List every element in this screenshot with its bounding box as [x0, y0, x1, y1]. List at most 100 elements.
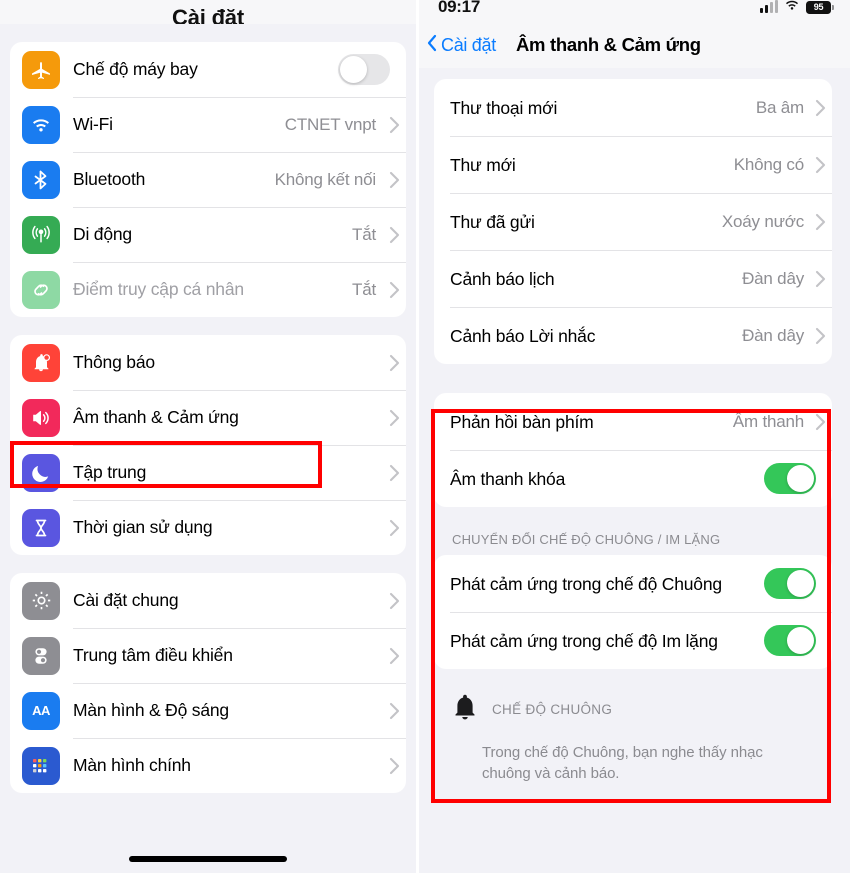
- chevron-right-icon: [382, 647, 406, 665]
- hotspot-status-value: Tắt: [352, 279, 376, 299]
- home-indicator: [129, 856, 287, 862]
- settings-group-keyboard-feedback: Phản hồi bàn phím Âm thanh Âm thanh khóa: [434, 393, 832, 507]
- sidebar-item-focus[interactable]: Tập trung: [10, 445, 406, 500]
- list-item-value: Đàn dây: [742, 268, 804, 288]
- chevron-right-icon: [382, 409, 406, 427]
- control-center-icon: [22, 636, 60, 675]
- toggle-knob: [787, 570, 814, 597]
- list-item-calendar-alerts[interactable]: Cảnh báo lịch Đàn dây: [434, 250, 832, 307]
- haptics-ring-toggle[interactable]: [764, 568, 816, 599]
- sidebar-item-label: Thông báo: [73, 352, 155, 372]
- chevron-right-icon: [382, 171, 406, 189]
- sidebar-item-label: Bluetooth: [73, 169, 146, 189]
- list-item-label: Cảnh báo Lời nhắc: [450, 325, 596, 346]
- settings-group-tones: Thư thoại mới Ba âm Thư mới Không có Thư…: [434, 79, 832, 364]
- wifi-icon: [784, 0, 800, 16]
- cellular-icon: [22, 215, 60, 254]
- cellular-signal-icon: [760, 0, 778, 13]
- sidebar-item-label: Màn hình & Độ sáng: [73, 700, 229, 720]
- sidebar-item-screen-time[interactable]: Thời gian sử dụng: [10, 500, 406, 555]
- lock-sound-toggle[interactable]: [764, 463, 816, 494]
- list-item-voicemail-tone[interactable]: Thư thoại mới Ba âm: [434, 79, 832, 136]
- panel-divider: [416, 0, 419, 873]
- sidebar-item-label: Cài đặt chung: [73, 590, 179, 610]
- bluetooth-icon: [22, 160, 60, 199]
- list-item-label: Phản hồi bàn phím: [450, 411, 594, 432]
- status-bar-icons: 95: [760, 0, 834, 16]
- hotspot-icon: [22, 270, 60, 309]
- list-item-value: Đàn dây: [742, 325, 804, 345]
- settings-list-panel: Cài đặt Chế độ máy bay Wi-Fi CTNET vnpt …: [0, 0, 416, 873]
- chevron-right-icon: [382, 464, 406, 482]
- settings-group-notifications: Thông báo Âm thanh & Cảm ứng Tập trung T…: [10, 335, 406, 555]
- sidebar-item-label: Màn hình chính: [73, 755, 191, 775]
- airplane-mode-toggle[interactable]: [338, 54, 390, 85]
- sidebar-item-notifications[interactable]: Thông báo: [10, 335, 406, 390]
- list-item-label: Âm thanh khóa: [450, 468, 566, 489]
- sidebar-item-label: Wi-Fi: [73, 114, 113, 134]
- sidebar-item-control-center[interactable]: Trung tâm điều khiển: [10, 628, 406, 683]
- chevron-right-icon: [382, 116, 406, 134]
- list-item-haptics-ring-mode[interactable]: Phát cảm ứng trong chế độ Chuông: [434, 555, 832, 612]
- sidebar-item-wifi[interactable]: Wi-Fi CTNET vnpt: [10, 97, 406, 152]
- sidebar-item-airplane-mode[interactable]: Chế độ máy bay: [10, 42, 406, 97]
- sidebar-item-general[interactable]: Cài đặt chung: [10, 573, 406, 628]
- list-item-label: Phát cảm ứng trong chế độ Chuông: [450, 573, 722, 594]
- list-item-haptics-silent-mode[interactable]: Phát cảm ứng trong chế độ Im lặng: [434, 612, 832, 669]
- chevron-right-icon: [382, 757, 406, 775]
- list-item-value: Xoáy nước: [721, 211, 804, 231]
- list-item-new-mail[interactable]: Thư mới Không có: [434, 136, 832, 193]
- section-header-ring-silent: CHUYỂN ĐỔI CHẾ ĐỘ CHUÔNG / IM LẶNG: [452, 532, 721, 547]
- list-item-label: Cảnh báo lịch: [450, 268, 555, 289]
- toggle-knob: [787, 465, 814, 492]
- haptics-silent-toggle[interactable]: [764, 625, 816, 656]
- status-bar: 09:17 95: [416, 0, 850, 22]
- settings-group-general: Cài đặt chung Trung tâm điều khiển AA Mà…: [10, 573, 406, 793]
- list-item-label: Phát cảm ứng trong chế độ Im lặng: [450, 630, 718, 651]
- sidebar-item-sounds-haptics[interactable]: Âm thanh & Cảm ứng: [10, 390, 406, 445]
- settings-scroll-area[interactable]: Chế độ máy bay Wi-Fi CTNET vnpt Bluetoot: [0, 42, 416, 793]
- back-button[interactable]: Cài đặt: [426, 33, 496, 58]
- sidebar-item-personal-hotspot[interactable]: Điểm truy cập cá nhân Tắt: [10, 262, 406, 317]
- bell-badge-icon: [22, 343, 60, 382]
- sidebar-item-label: Trung tâm điều khiển: [73, 645, 233, 665]
- list-item-keyboard-feedback[interactable]: Phản hồi bàn phím Âm thanh: [434, 393, 832, 450]
- list-item-label: Thư mới: [450, 154, 516, 175]
- wifi-icon: [22, 105, 60, 144]
- sidebar-item-label: Tập trung: [73, 462, 147, 482]
- sidebar-item-label: Chế độ máy bay: [73, 59, 198, 79]
- chevron-right-icon: [808, 99, 832, 117]
- chevron-right-icon: [808, 327, 832, 345]
- bluetooth-status-value: Không kết nối: [274, 169, 377, 189]
- display-aa-icon: AA: [22, 691, 60, 730]
- chevron-right-icon: [382, 592, 406, 610]
- battery-level: 95: [806, 0, 831, 14]
- screenshot-root: Cài đặt Chế độ máy bay Wi-Fi CTNET vnpt …: [0, 0, 850, 873]
- chevron-right-icon: [382, 702, 406, 720]
- status-bar-time: 09:17: [438, 0, 480, 16]
- list-item-reminder-alerts[interactable]: Cảnh báo Lời nhắc Đàn dây: [434, 307, 832, 364]
- sidebar-item-cellular[interactable]: Di động Tắt: [10, 207, 406, 262]
- sidebar-item-label: Âm thanh & Cảm ứng: [73, 407, 239, 427]
- left-panel-header: Cài đặt: [0, 0, 416, 24]
- list-item-sent-mail[interactable]: Thư đã gửi Xoáy nước: [434, 193, 832, 250]
- sidebar-item-display-brightness[interactable]: AA Màn hình & Độ sáng: [10, 683, 406, 738]
- sidebar-item-bluetooth[interactable]: Bluetooth Không kết nối: [10, 152, 406, 207]
- sidebar-item-home-screen[interactable]: Màn hình chính: [10, 738, 406, 793]
- moon-icon: [22, 453, 60, 492]
- list-item-lock-sound[interactable]: Âm thanh khóa: [434, 450, 832, 507]
- detail-scroll-area[interactable]: Thư thoại mới Ba âm Thư mới Không có Thư…: [416, 79, 850, 784]
- sidebar-item-label: Điểm truy cập cá nhân: [73, 279, 244, 299]
- chevron-right-icon: [382, 281, 406, 299]
- chevron-right-icon: [808, 213, 832, 231]
- list-item-value: Ba âm: [755, 97, 804, 117]
- ring-mode-description: Trong chế độ Chuông, bạn nghe thấy nhạc …: [482, 744, 763, 782]
- settings-group-haptics: Phát cảm ứng trong chế độ Chuông Phát cả…: [434, 555, 832, 669]
- sidebar-item-label: Thời gian sử dụng: [73, 517, 213, 537]
- cellular-status-value: Tắt: [352, 224, 376, 244]
- hourglass-icon: [22, 508, 60, 547]
- gear-icon: [22, 581, 60, 620]
- back-button-label: Cài đặt: [441, 34, 496, 55]
- chevron-right-icon: [808, 413, 832, 431]
- battery-icon: 95: [806, 0, 834, 14]
